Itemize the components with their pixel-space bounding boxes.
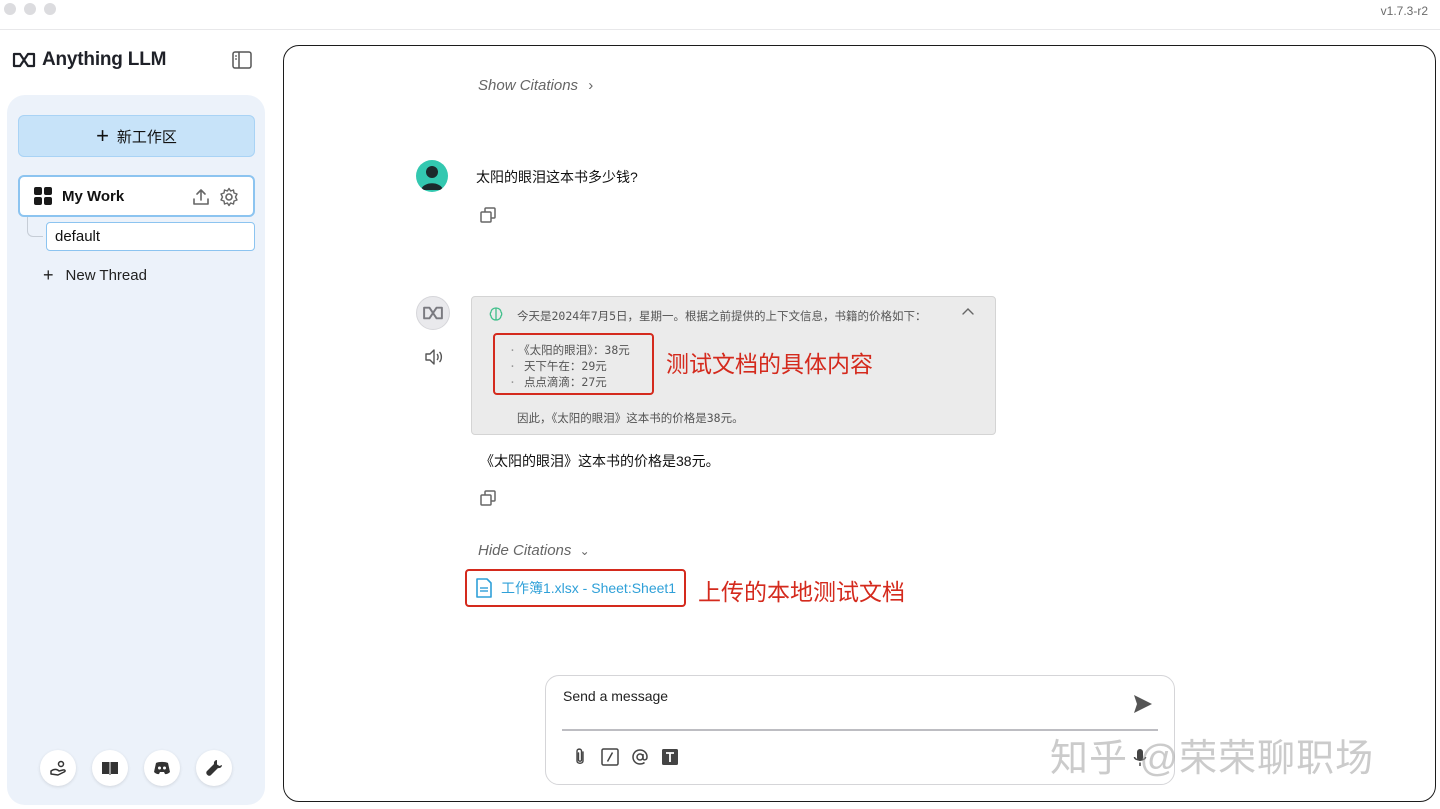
user-message: 太阳的眼泪这本书多少钱? xyxy=(476,169,638,185)
plus-icon: + xyxy=(96,123,109,148)
upload-icon[interactable] xyxy=(191,187,211,207)
thinking-header: 今天是2024年7月5日，星期一。根据之前提供的上下文信息，书籍的价格如下： xyxy=(517,309,927,323)
workspace-name: My Work xyxy=(62,187,125,205)
copy-icon[interactable] xyxy=(479,489,497,507)
thread-item-default[interactable]: default xyxy=(46,222,255,251)
annotation-label-document: 上传的本地测试文档 xyxy=(698,579,905,605)
message-input[interactable] xyxy=(563,688,1083,704)
close-window-button[interactable] xyxy=(4,3,16,15)
thinking-conclusion: 因此，《太阳的眼泪》这本书的价格是38元。 xyxy=(517,411,744,425)
discord-icon[interactable] xyxy=(144,750,180,786)
sidebar: + 新工作区 My Work default + New Thread xyxy=(7,95,265,805)
at-mention-icon[interactable] xyxy=(631,748,649,766)
docs-icon[interactable] xyxy=(92,750,128,786)
composer-toolbar xyxy=(571,748,679,766)
brand-logo: Anything LLM xyxy=(12,48,166,72)
anythingllm-logo-icon xyxy=(12,52,36,68)
chevron-right-icon: › xyxy=(588,77,594,94)
chat-panel: Show Citations › 太阳的眼泪这本书多少钱? 今天是2024年7月… xyxy=(283,45,1436,802)
assistant-message: 《太阳的眼泪》这本书的价格是38元。 xyxy=(480,453,720,469)
sidebar-toggle-icon[interactable] xyxy=(232,51,252,69)
maximize-window-button[interactable] xyxy=(44,3,56,15)
annotation-label-content: 测试文档的具体内容 xyxy=(666,351,873,377)
text-format-icon[interactable] xyxy=(661,748,679,766)
gear-icon[interactable] xyxy=(219,187,239,207)
sidebar-footer xyxy=(40,750,232,786)
document-icon xyxy=(476,578,492,598)
chevron-up-icon[interactable] xyxy=(961,305,975,319)
send-icon[interactable] xyxy=(1132,693,1154,715)
assistant-avatar xyxy=(416,296,450,330)
plus-icon: + xyxy=(43,265,54,285)
minimize-window-button[interactable] xyxy=(24,3,36,15)
anythingllm-logo-icon xyxy=(423,306,443,320)
new-thread-button[interactable]: + New Thread xyxy=(43,265,147,286)
brain-icon xyxy=(489,307,503,321)
hide-citations-toggle[interactable]: Hide Citations ⌄ xyxy=(478,542,590,559)
user-avatar xyxy=(416,160,448,192)
workspace-item-my-work[interactable]: My Work xyxy=(18,175,255,217)
brand-name: Anything LLM xyxy=(42,49,167,70)
watermark: 知乎 @荣荣聊职场 xyxy=(1050,738,1375,780)
citation-filename: 工作簿1.xlsx - Sheet:Sheet1 xyxy=(501,580,677,596)
workspace-grid-icon xyxy=(34,187,52,205)
community-icon[interactable] xyxy=(40,750,76,786)
show-citations-label: Show Citations xyxy=(478,77,579,94)
title-bar: v1.7.3-r2 xyxy=(0,0,1440,30)
speaker-icon[interactable] xyxy=(424,348,444,366)
version-label: v1.7.3-r2 xyxy=(1380,4,1428,18)
new-workspace-button[interactable]: + 新工作区 xyxy=(18,115,255,157)
citation-item[interactable]: 工作簿1.xlsx - Sheet:Sheet1 xyxy=(465,569,686,607)
thread-connector xyxy=(27,217,43,237)
new-workspace-label: 新工作区 xyxy=(116,128,177,146)
show-citations-toggle[interactable]: Show Citations › xyxy=(478,77,593,94)
new-thread-label: New Thread xyxy=(65,267,147,284)
chevron-down-icon: ⌄ xyxy=(579,544,590,558)
paperclip-icon[interactable] xyxy=(571,748,589,766)
hide-citations-label: Hide Citations xyxy=(478,542,572,559)
annotation-box-content xyxy=(493,333,654,395)
copy-icon[interactable] xyxy=(479,206,497,224)
slash-command-icon[interactable] xyxy=(601,748,619,766)
settings-wrench-icon[interactable] xyxy=(196,750,232,786)
